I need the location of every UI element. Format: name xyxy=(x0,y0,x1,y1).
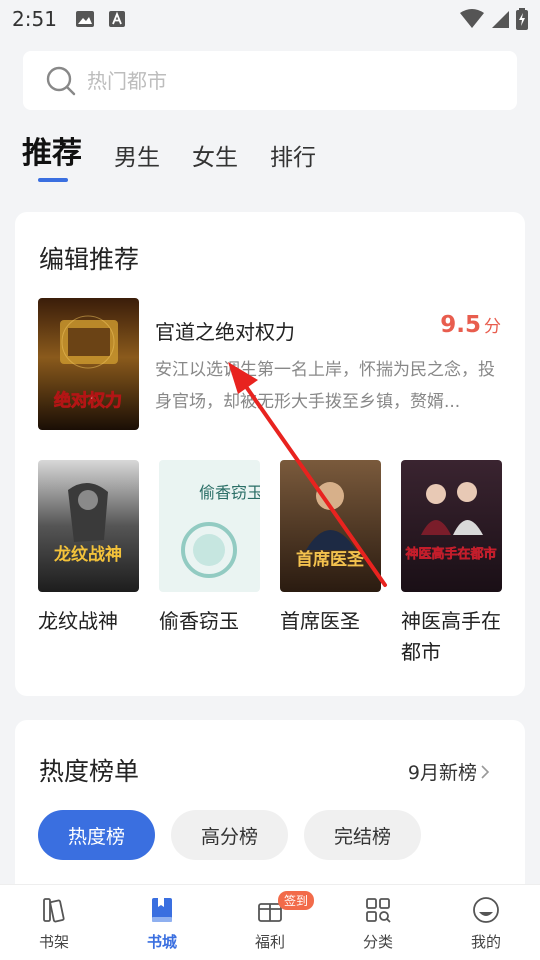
score-value: 9.5 xyxy=(440,312,481,338)
text-notification-icon xyxy=(108,11,125,27)
nav-welfare[interactable]: 签到 福利 xyxy=(216,885,324,960)
section-title: 热度榜单 xyxy=(39,757,140,786)
chip-hot[interactable]: 热度榜 xyxy=(38,810,156,860)
bookshelf-icon xyxy=(43,898,65,923)
tab-label: 推荐 xyxy=(22,136,82,171)
featured-book-title[interactable]: 官道之绝对权力 xyxy=(155,316,295,345)
book-title[interactable]: 神医高手在都市 xyxy=(401,606,502,668)
search-icon xyxy=(46,66,76,95)
book-item[interactable]: 龙纹战神 龙纹战神 xyxy=(38,460,139,668)
chip-completed[interactable]: 完结榜 xyxy=(304,810,422,860)
book-item[interactable]: 神医高手在都市 神医高手在都市 xyxy=(401,460,502,668)
book-title[interactable]: 龙纹战神 xyxy=(38,606,139,637)
editor-recommend-card: 编辑推荐 绝对权力 官道之绝对权力 9.5 分 安江以选调生第一名上岸，怀揣为民之… xyxy=(15,212,525,696)
status-bar: 2:51 xyxy=(0,0,540,38)
category-icon xyxy=(366,898,391,923)
book-cover[interactable]: 偷香窃玉 xyxy=(159,460,260,592)
search-input[interactable] xyxy=(87,68,487,93)
tab-label: 男生 xyxy=(114,145,160,171)
svg-text:神医高手在都市: 神医高手在都市 xyxy=(405,546,496,562)
image-notification-icon xyxy=(75,11,94,27)
svg-text:首席医圣: 首席医圣 xyxy=(296,549,365,570)
search-bar[interactable] xyxy=(23,51,517,110)
chevron-right-icon xyxy=(481,764,490,779)
nav-bookshelf[interactable]: 书架 xyxy=(0,885,108,960)
nav-category[interactable]: 分类 xyxy=(324,885,432,960)
score-unit: 分 xyxy=(484,317,501,337)
tab-ranking[interactable]: 排行 xyxy=(270,138,316,182)
tab-label: 女生 xyxy=(192,145,238,171)
nav-label: 书架 xyxy=(38,933,69,951)
book-title[interactable]: 首席医圣 xyxy=(280,606,381,637)
status-time: 2:51 xyxy=(12,7,57,31)
book-item[interactable]: 首席医圣 首席医圣 xyxy=(280,460,381,668)
nav-bookstore[interactable]: 书城 xyxy=(108,885,216,960)
nav-profile[interactable]: 我的 xyxy=(432,885,540,960)
nav-label: 福利 xyxy=(254,933,285,951)
ranking-filter-chips: 热度榜 高分榜 完结榜 xyxy=(38,810,422,860)
tab-recommend[interactable]: 推荐 xyxy=(22,128,82,182)
featured-book-cover[interactable]: 绝对权力 xyxy=(38,298,139,430)
book-cover[interactable]: 神医高手在都市 xyxy=(401,460,502,592)
chip-high-score[interactable]: 高分榜 xyxy=(171,810,289,860)
category-tabs: 推荐 男生 女生 排行 xyxy=(22,132,348,182)
featured-book-score: 9.5 分 xyxy=(440,312,501,338)
tab-label: 排行 xyxy=(270,145,316,171)
nav-label: 我的 xyxy=(470,933,501,951)
checkin-badge: 签到 xyxy=(278,891,315,910)
tab-active-indicator xyxy=(38,178,68,182)
nav-label: 书城 xyxy=(146,933,177,951)
svg-text:绝对权力: 绝对权力 xyxy=(54,390,122,411)
more-label: 9月新榜 xyxy=(407,762,477,784)
featured-book-description: 安江以选调生第一名上岸，怀揣为民之念，投身官场，却被无形大手拨至乡镇，赘婿... xyxy=(155,360,495,412)
svg-text:偷香窃玉: 偷香窃玉 xyxy=(199,483,260,502)
new-ranking-link[interactable]: 9月新榜 xyxy=(408,758,493,785)
book-cover[interactable]: 首席医圣 xyxy=(280,460,381,592)
svg-text:龙纹战神: 龙纹战神 xyxy=(53,544,122,565)
battery-icon xyxy=(516,8,528,30)
signal-icon xyxy=(492,11,509,28)
book-title[interactable]: 偷香窃玉 xyxy=(159,606,260,637)
book-cover[interactable]: 龙纹战神 xyxy=(38,460,139,592)
tab-male[interactable]: 男生 xyxy=(114,138,160,182)
bottom-navigation: 书架 书城 签到 福利 分类 我的 xyxy=(0,884,540,960)
recommended-books-grid: 龙纹战神 龙纹战神 偷香窃玉 偷香窃玉 首席医圣 首席医圣 神医高手在都市 神医… xyxy=(38,460,502,668)
book-item[interactable]: 偷香窃玉 偷香窃玉 xyxy=(159,460,260,668)
profile-icon xyxy=(473,897,499,923)
tab-female[interactable]: 女生 xyxy=(192,138,238,182)
wifi-icon xyxy=(460,9,484,28)
section-title: 编辑推荐 xyxy=(39,245,140,274)
nav-label: 分类 xyxy=(362,933,393,951)
book-icon xyxy=(152,898,172,922)
